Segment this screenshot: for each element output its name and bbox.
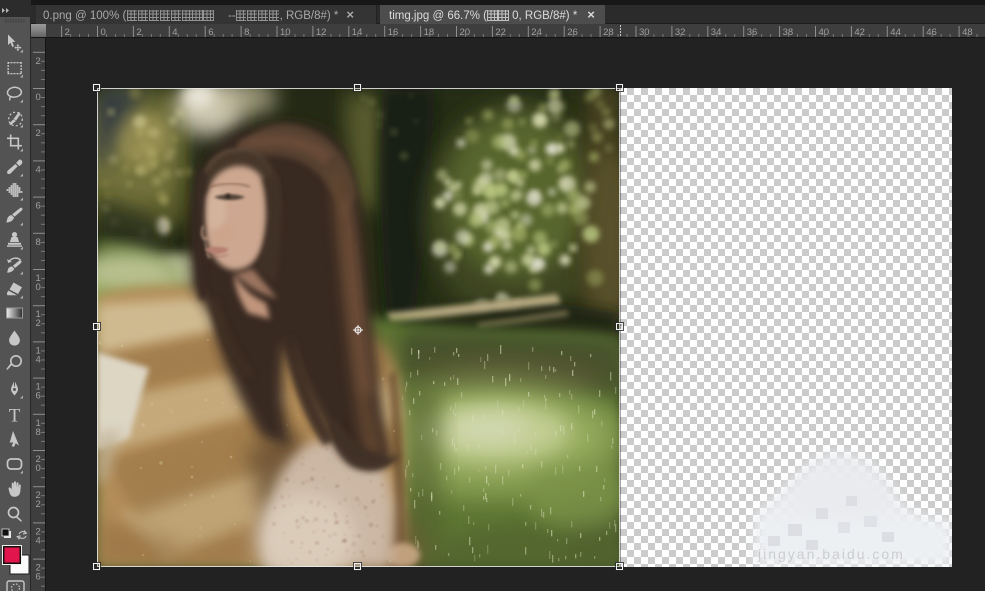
svg-text:2: 2 <box>136 27 141 38</box>
svg-text:30: 30 <box>639 27 650 38</box>
svg-text:46: 46 <box>926 27 937 38</box>
svg-text:6: 6 <box>36 572 41 583</box>
svg-text:36: 36 <box>747 27 758 38</box>
svg-text:2: 2 <box>36 56 41 67</box>
svg-text:32: 32 <box>675 27 686 38</box>
svg-text:0: 0 <box>36 463 41 474</box>
svg-text:48: 48 <box>962 27 973 38</box>
svg-text:8: 8 <box>36 427 41 438</box>
svg-text:T: T <box>9 406 21 427</box>
svg-text:26: 26 <box>567 27 578 38</box>
svg-text:38: 38 <box>783 27 794 38</box>
svg-text:42: 42 <box>854 27 865 38</box>
svg-text:0: 0 <box>101 27 106 38</box>
svg-text:12: 12 <box>316 27 327 38</box>
svg-text:28: 28 <box>603 27 614 38</box>
svg-text:18: 18 <box>424 27 435 38</box>
svg-text:6: 6 <box>36 201 41 212</box>
svg-text:2: 2 <box>36 318 41 329</box>
svg-text:2: 2 <box>65 27 70 38</box>
svg-text:8: 8 <box>244 27 249 38</box>
svg-text:4: 4 <box>36 354 41 365</box>
svg-text:16: 16 <box>388 27 399 38</box>
svg-text:44: 44 <box>890 27 901 38</box>
svg-text:24: 24 <box>531 27 542 38</box>
svg-text:0: 0 <box>36 282 41 293</box>
svg-text:6: 6 <box>208 27 213 38</box>
svg-text:jingyan.baidu.com: jingyan.baidu.com <box>757 546 905 562</box>
svg-text:20: 20 <box>460 27 471 38</box>
svg-text:4: 4 <box>172 27 177 38</box>
svg-text:4: 4 <box>36 535 41 546</box>
svg-text:22: 22 <box>495 27 506 38</box>
svg-text:0: 0 <box>36 92 41 103</box>
svg-text:2: 2 <box>36 499 41 510</box>
svg-text:10: 10 <box>280 27 291 38</box>
svg-text:4: 4 <box>36 164 41 175</box>
svg-text:34: 34 <box>711 27 722 38</box>
svg-text:2: 2 <box>36 128 41 139</box>
svg-text:40: 40 <box>819 27 830 38</box>
svg-text:14: 14 <box>352 27 363 38</box>
svg-text:6: 6 <box>36 391 41 402</box>
svg-text:8: 8 <box>36 237 41 248</box>
